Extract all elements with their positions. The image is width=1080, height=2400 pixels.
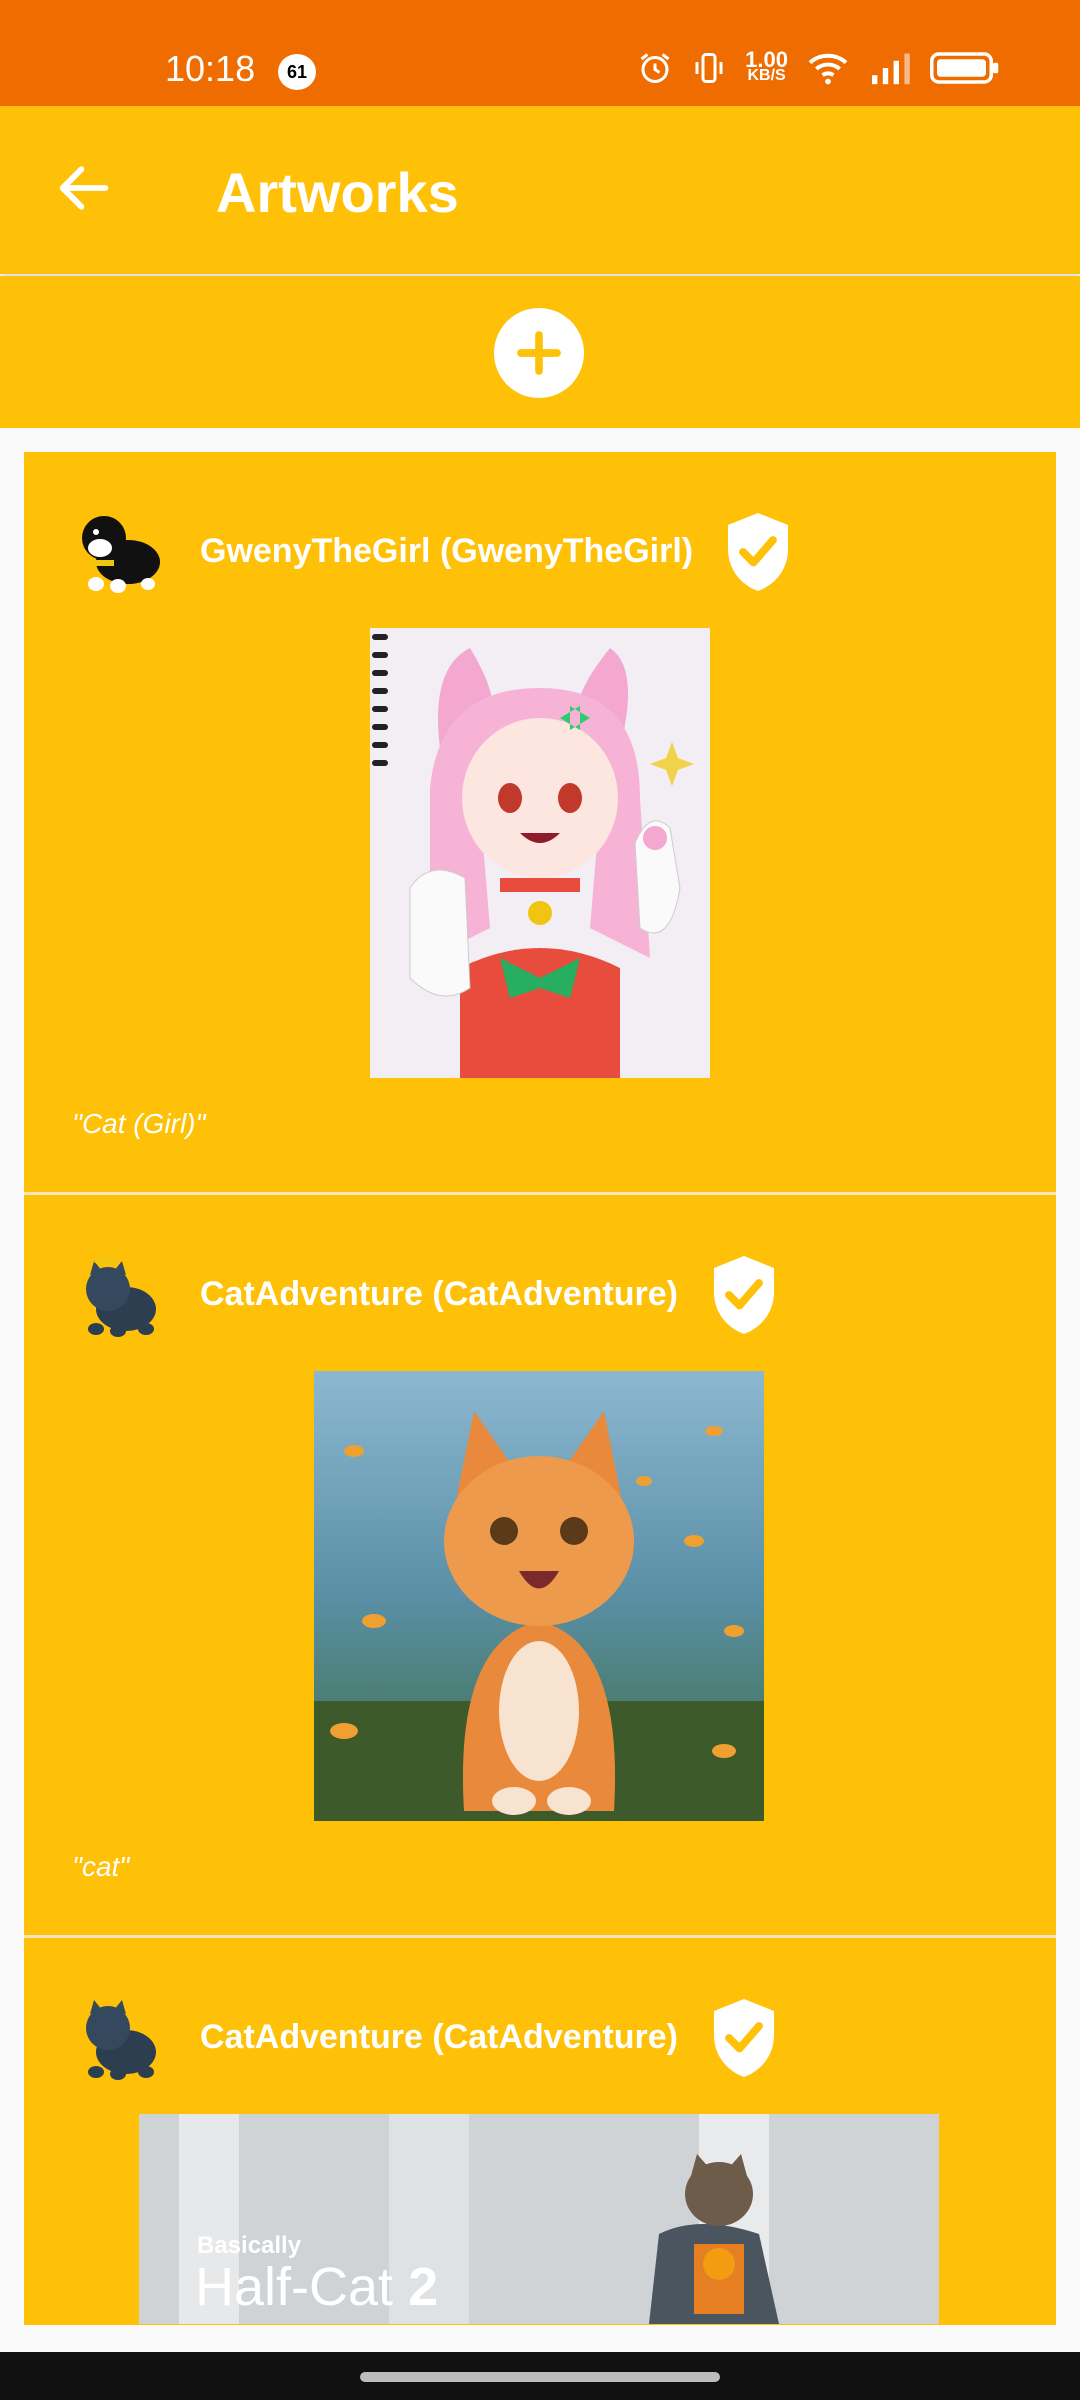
app-bar: Artworks [0, 106, 1080, 274]
add-artwork-button[interactable] [494, 308, 584, 398]
artwork-image[interactable] [314, 1371, 764, 1821]
wifi-icon [808, 53, 848, 85]
system-navigation-bar [0, 2352, 1080, 2400]
poster-title: Half-Cat 2 [195, 2256, 438, 2318]
back-button[interactable] [52, 156, 116, 220]
artwork-card[interactable]: GwenyTheGirl (GwenyTheGirl) "Cat (Girl)" [24, 452, 1056, 1195]
verified-shield [722, 510, 794, 594]
verified-shield [708, 1253, 780, 1337]
artwork-image[interactable]: Basically Half-Cat 2 [139, 2114, 939, 2324]
alarm-icon [640, 53, 670, 83]
vibrate-icon [695, 53, 723, 83]
verified-shield-icon [714, 1999, 774, 2077]
add-artwork-bar [0, 276, 1080, 428]
artwork-image[interactable] [370, 628, 710, 1078]
cat-crown-avatar-icon [86, 1253, 156, 1337]
avatar[interactable] [74, 502, 170, 598]
verified-shield [708, 1996, 780, 2080]
page-title: Artworks [216, 161, 459, 224]
poster-title-text: Half-Cat [195, 2257, 394, 2317]
dog-avatar-icon [82, 516, 160, 593]
verified-shield-icon [728, 513, 788, 591]
artwork-feed[interactable]: GwenyTheGirl (GwenyTheGirl) "Cat (Girl)"… [24, 452, 1056, 2325]
plus-icon [517, 331, 561, 375]
artist-username[interactable]: GwenyTheGirl (GwenyTheGirl) [200, 532, 693, 571]
artwork-card[interactable]: CatAdventure (CatAdventure) "cat" [24, 1195, 1056, 1938]
status-time: 10:18 [165, 48, 256, 89]
avatar[interactable] [74, 1245, 170, 1341]
artist-username[interactable]: CatAdventure (CatAdventure) [200, 2018, 678, 2057]
home-gesture-handle[interactable] [360, 2372, 720, 2382]
artwork-caption: "Cat (Girl)" [72, 1108, 206, 1139]
status-bar: 10:18 61 1.00 KB/S [0, 0, 1080, 106]
artwork-card[interactable]: CatAdventure (CatAdventure) Basically Ha… [24, 1938, 1056, 2325]
cat-avatar-icon [86, 2000, 156, 2080]
arrow-back-icon [59, 166, 109, 210]
anime-catgirl-artwork [370, 628, 710, 1078]
notification-count-badge: 61 [278, 54, 316, 90]
status-icons: 1.00 KB/S [637, 47, 1000, 86]
artist-username[interactable]: CatAdventure (CatAdventure) [200, 1275, 678, 1314]
verified-shield-icon [714, 1256, 774, 1334]
signal-icon [872, 53, 910, 85]
net-speed-unit: KB/S [747, 67, 786, 84]
artwork-caption: "cat" [72, 1851, 130, 1882]
net-speed: 1.00 KB/S [745, 47, 788, 84]
net-speed-value: 1.00 [745, 47, 788, 72]
battery-icon [930, 52, 999, 84]
poster-title-number: 2 [408, 2257, 439, 2317]
avatar[interactable] [74, 1988, 170, 2084]
orange-kitten-artwork [314, 1371, 764, 1821]
